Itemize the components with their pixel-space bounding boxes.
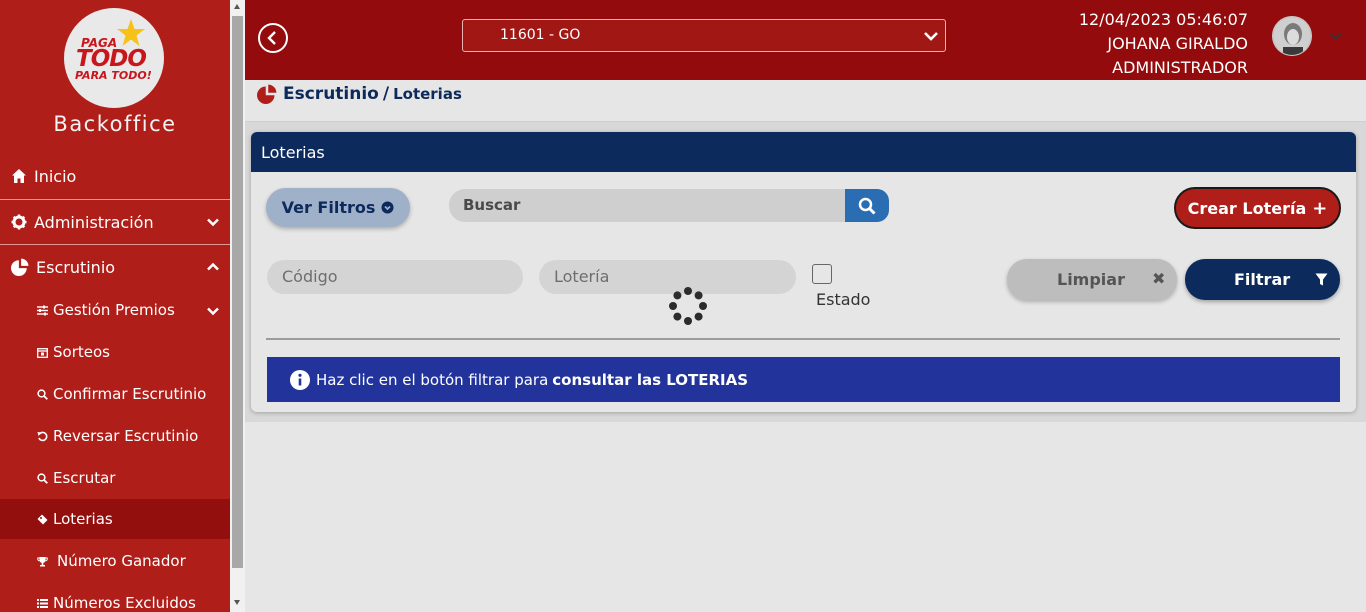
sidebar-item-numeros-excluidos[interactable]: Números Excluidos <box>0 583 230 612</box>
breadcrumb: Escrutinio / Loterias <box>257 84 462 104</box>
create-loteria-label: Crear Lotería <box>1187 198 1307 218</box>
sidebar-item-label: Reversar Escrutinio <box>53 427 199 445</box>
divider <box>266 338 1340 340</box>
top-header: 11601 - GO 12/04/2023 05:46:07 JOHANA GI… <box>245 0 1366 80</box>
estado-label: Estado <box>816 290 871 309</box>
sidebar-item-gestion-premios[interactable]: Gestión Premios <box>0 290 230 330</box>
user-role: ADMINISTRADOR <box>1112 58 1248 77</box>
scroll-down-arrow-icon[interactable] <box>234 600 240 605</box>
clear-button-label: Limpiar <box>1057 270 1125 289</box>
sidebar-item-label: Escrutinio <box>36 257 116 277</box>
breadcrumb-bar: Escrutinio / Loterias <box>245 80 1366 122</box>
sidebar-item-reversar-escrutinio[interactable]: Reversar Escrutinio <box>0 416 230 456</box>
list-icon <box>37 598 48 608</box>
codigo-input[interactable]: Código <box>267 260 523 294</box>
filter-button[interactable]: Filtrar <box>1185 259 1340 300</box>
search-input[interactable]: Buscar <box>449 189 846 222</box>
estado-checkbox[interactable] <box>812 264 832 284</box>
user-photo-icon <box>1273 17 1311 55</box>
search-icon <box>858 197 876 215</box>
branch-select-value: 11601 - GO <box>500 27 581 43</box>
breadcrumb-separator: / <box>382 84 390 104</box>
close-icon: ✖ <box>1152 269 1166 288</box>
sidebar-item-label: Gestión Premios <box>53 301 175 319</box>
create-loteria-button[interactable]: Crear Lotería + <box>1174 187 1341 229</box>
scrollbar-thumb[interactable] <box>232 16 243 568</box>
sidebar-item-label: Números Excluidos <box>53 594 196 612</box>
sidebar-item-label: Escrutar <box>53 469 116 487</box>
search-icon <box>37 472 48 484</box>
undo-icon <box>37 431 48 441</box>
loading-spinner-icon <box>669 287 707 325</box>
chevron-down-icon <box>207 218 219 227</box>
pie-chart-icon <box>11 258 29 276</box>
back-button[interactable] <box>258 23 288 53</box>
sidebar-item-label: Administración <box>34 212 154 232</box>
breadcrumb-section[interactable]: Escrutinio <box>283 84 379 104</box>
user-name: JOHANA GIRALDO <box>1107 34 1248 53</box>
ticket-icon <box>37 514 48 524</box>
gear-icon <box>11 214 27 230</box>
sidebar-item-label: Loterias <box>53 510 113 528</box>
chevron-left-icon <box>267 31 276 45</box>
scroll-up-arrow-icon[interactable] <box>234 4 240 9</box>
breadcrumb-page: Loterias <box>393 85 462 103</box>
chevron-up-icon <box>207 262 219 271</box>
sidebar-item-label: Número Ganador <box>57 552 186 570</box>
sidebar-item-label: Sorteos <box>53 343 110 361</box>
sidebar-scrollbar[interactable] <box>230 0 245 612</box>
funnel-icon <box>1315 273 1328 286</box>
branch-select[interactable]: 11601 - GO <box>462 19 946 52</box>
search-button[interactable] <box>845 189 889 222</box>
sidebar-item-confirmar-escrutinio[interactable]: Confirmar Escrutinio <box>0 374 230 414</box>
sidebar-item-numero-ganador[interactable]: Número Ganador <box>0 541 230 581</box>
sidebar-item-label: Confirmar Escrutinio <box>53 385 207 403</box>
sidebar-item-administracion[interactable]: Administración <box>0 209 230 235</box>
sidebar-item-escrutar[interactable]: Escrutar <box>0 458 230 498</box>
chevron-down-icon[interactable] <box>1329 29 1343 43</box>
info-icon <box>290 369 310 390</box>
info-alert: Haz clic en el botón filtrar para consul… <box>267 357 1340 402</box>
logo-text-para-todo: PARA TODO! <box>75 69 152 82</box>
home-icon <box>12 169 26 183</box>
view-filters-label: Ver Filtros <box>281 198 376 217</box>
search-check-icon <box>37 388 48 400</box>
user-info: 12/04/2023 05:46:07 JOHANA GIRALDO ADMIN… <box>1079 8 1248 80</box>
chevron-down-icon <box>207 307 219 316</box>
sidebar: PAGA TODO PARA TODO! Backoffice Inicio A… <box>0 0 230 612</box>
content-lower-area <box>245 422 1366 612</box>
sidebar-item-sorteos[interactable]: Sorteos <box>0 332 230 372</box>
trophy-icon <box>37 556 48 566</box>
brand-title: Backoffice <box>53 112 177 136</box>
plus-circle-icon <box>381 201 394 214</box>
sidebar-item-inicio[interactable]: Inicio <box>0 163 230 189</box>
info-text-bold: consultar las LOTERIAS <box>552 370 749 389</box>
clear-button[interactable]: Limpiar ✖ <box>1007 259 1177 300</box>
divider <box>0 244 230 245</box>
header-datetime: 12/04/2023 05:46:07 <box>1078 10 1248 29</box>
pie-chart-icon <box>257 84 277 104</box>
sidebar-item-label: Inicio <box>34 166 77 186</box>
plus-icon: + <box>1312 197 1328 219</box>
info-text: Haz clic en el botón filtrar para <box>316 370 549 389</box>
divider <box>0 199 230 200</box>
chevron-down-icon <box>924 32 938 41</box>
sliders-icon <box>37 305 48 315</box>
filter-button-label: Filtrar <box>1234 270 1291 289</box>
avatar[interactable] <box>1272 16 1312 56</box>
sidebar-item-escrutinio[interactable]: Escrutinio <box>0 254 230 280</box>
calendar-icon <box>37 347 48 358</box>
view-filters-button[interactable]: Ver Filtros <box>266 188 410 227</box>
sidebar-item-loterias[interactable]: Loterias <box>0 499 230 539</box>
company-logo[interactable]: PAGA TODO PARA TODO! <box>64 8 164 108</box>
star-icon <box>117 19 145 46</box>
card-title: Loterias <box>251 132 1356 172</box>
